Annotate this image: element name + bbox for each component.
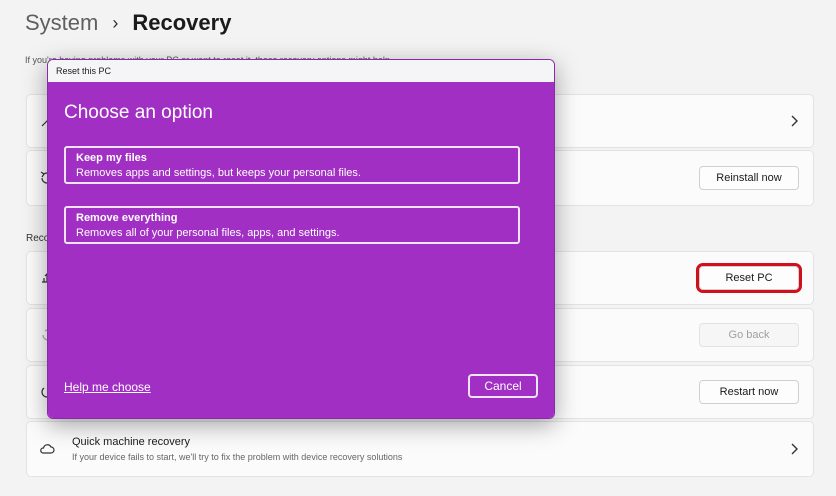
help-me-choose-link[interactable]: Help me choose xyxy=(64,380,151,394)
dialog-title-bar[interactable]: Reset this PC xyxy=(48,60,554,82)
cancel-button[interactable]: Cancel xyxy=(468,374,538,398)
keep-my-files-option[interactable]: Keep my files Removes apps and settings,… xyxy=(64,146,520,184)
quick-machine-recovery-card[interactable]: Quick machine recovery If your device fa… xyxy=(26,421,814,477)
option-description: Removes all of your personal files, apps… xyxy=(76,227,340,239)
quick-recovery-title: Quick machine recovery xyxy=(72,436,190,448)
dialog-body: Choose an option Keep my files Removes a… xyxy=(48,82,554,418)
cloud-icon xyxy=(40,444,55,454)
reinstall-now-button[interactable]: Reinstall now xyxy=(699,166,799,190)
reset-pc-button[interactable]: Reset PC xyxy=(696,263,802,293)
dialog-heading: Choose an option xyxy=(64,102,213,123)
restart-now-button[interactable]: Restart now xyxy=(699,380,799,404)
reset-pc-dialog: Reset this PC Choose an option Keep my f… xyxy=(47,59,555,419)
breadcrumb-separator: › xyxy=(112,13,119,33)
go-back-button: Go back xyxy=(699,323,799,347)
chevron-right-icon xyxy=(791,443,798,455)
breadcrumb-system[interactable]: System xyxy=(25,10,98,36)
chevron-right-icon xyxy=(791,115,798,127)
option-title: Keep my files xyxy=(76,152,147,164)
remove-everything-option[interactable]: Remove everything Removes all of your pe… xyxy=(64,206,520,244)
page-title: Recovery xyxy=(132,10,232,35)
option-title: Remove everything xyxy=(76,212,178,224)
option-description: Removes apps and settings, but keeps you… xyxy=(76,167,361,179)
breadcrumb: System › Recovery xyxy=(25,10,231,36)
quick-recovery-subtitle: If your device fails to start, we'll try… xyxy=(72,452,403,462)
